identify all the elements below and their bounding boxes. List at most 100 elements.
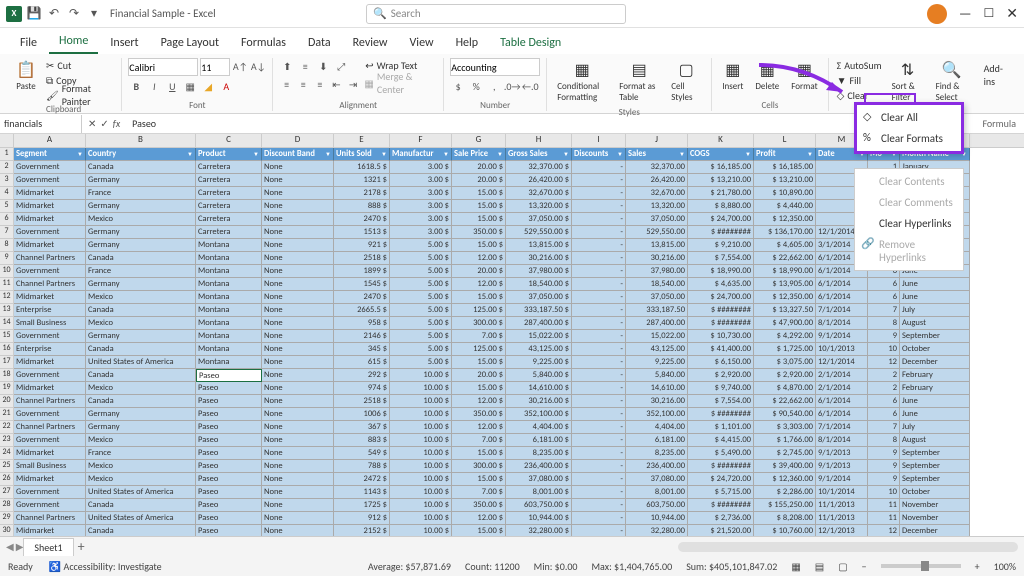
cell[interactable]: 2518 $: [334, 252, 390, 265]
cell[interactable]: $ ########: [688, 460, 754, 473]
column-header[interactable]: G: [452, 134, 506, 147]
cell[interactable]: 1321 $: [334, 174, 390, 187]
cell[interactable]: $ ########: [688, 408, 754, 421]
cell[interactable]: 5.00 $: [390, 343, 452, 356]
cell[interactable]: February: [900, 382, 970, 395]
cell[interactable]: Montana: [196, 317, 262, 330]
cell[interactable]: Midmarket: [14, 239, 86, 252]
cell[interactable]: November: [900, 512, 970, 525]
table-header-cell[interactable]: Discounts: [572, 148, 626, 161]
cell[interactable]: Enterprise: [14, 343, 86, 356]
paste-button[interactable]: 📋 Paste: [12, 58, 40, 94]
cell[interactable]: November: [900, 499, 970, 512]
horizontal-scrollbar[interactable]: [678, 542, 1018, 552]
cell[interactable]: Canada: [86, 304, 196, 317]
cell[interactable]: 8,235.00: [626, 447, 688, 460]
row-number[interactable]: 12: [0, 291, 14, 304]
cell[interactable]: Montana: [196, 356, 262, 369]
cell[interactable]: -: [572, 161, 626, 174]
add-sheet-button[interactable]: +: [78, 538, 85, 555]
align-middle-icon[interactable]: ≡: [297, 58, 313, 74]
cell[interactable]: None: [262, 460, 334, 473]
cell[interactable]: Montana: [196, 304, 262, 317]
cell[interactable]: 8/1/2014: [816, 434, 868, 447]
cell[interactable]: 3.00 $: [390, 187, 452, 200]
cell[interactable]: 9: [868, 460, 900, 473]
cell[interactable]: 8,001.00: [626, 486, 688, 499]
cell[interactable]: June: [900, 291, 970, 304]
cell[interactable]: 9/1/2013: [816, 460, 868, 473]
cell[interactable]: 12/1/2013: [816, 525, 868, 536]
cell[interactable]: 1006 $: [334, 408, 390, 421]
row-number[interactable]: 21: [0, 408, 14, 421]
cell[interactable]: -: [572, 213, 626, 226]
cell[interactable]: $ 10,760.00: [754, 525, 816, 536]
row-number[interactable]: 25: [0, 460, 14, 473]
cell[interactable]: 3.00 $: [390, 226, 452, 239]
cell[interactable]: -: [572, 473, 626, 486]
cell[interactable]: Paseo: [196, 512, 262, 525]
cell[interactable]: 352,100.00: [626, 408, 688, 421]
enter-formula-icon[interactable]: ✓: [100, 117, 108, 130]
cell[interactable]: $ 4,415.00: [688, 434, 754, 447]
cell[interactable]: Midmarket: [14, 382, 86, 395]
cell[interactable]: $ 12,350.00: [754, 213, 816, 226]
row-number[interactable]: 15: [0, 330, 14, 343]
cell[interactable]: 300.00 $: [452, 317, 506, 330]
cell[interactable]: -: [572, 486, 626, 499]
cell[interactable]: 6/1/2014: [816, 291, 868, 304]
cell[interactable]: Canada: [86, 499, 196, 512]
cell[interactable]: -: [572, 187, 626, 200]
cell[interactable]: 921 $: [334, 239, 390, 252]
cell[interactable]: None: [262, 252, 334, 265]
border-button[interactable]: ▦: [182, 78, 198, 94]
cell[interactable]: 2665.5 $: [334, 304, 390, 317]
cell[interactable]: France: [86, 265, 196, 278]
cell[interactable]: $ 41,400.00: [688, 343, 754, 356]
cell[interactable]: 350.00 $: [452, 226, 506, 239]
cell[interactable]: June: [900, 408, 970, 421]
cell[interactable]: -: [572, 343, 626, 356]
cell[interactable]: Midmarket: [14, 187, 86, 200]
cell[interactable]: Government: [14, 330, 86, 343]
row-number[interactable]: 20: [0, 395, 14, 408]
cell[interactable]: 6: [868, 278, 900, 291]
cell[interactable]: 13,815.00 $: [506, 239, 572, 252]
cell[interactable]: Carretera: [196, 226, 262, 239]
percent-button[interactable]: %: [468, 78, 484, 94]
cancel-formula-icon[interactable]: ✕: [88, 117, 96, 130]
cell[interactable]: Paseo: [196, 408, 262, 421]
cell[interactable]: 603,750.00: [626, 499, 688, 512]
cell[interactable]: Channel Partners: [14, 278, 86, 291]
cell[interactable]: 7.00 $: [452, 434, 506, 447]
cell[interactable]: 15.00 $: [452, 213, 506, 226]
cell[interactable]: None: [262, 239, 334, 252]
cell[interactable]: June: [900, 278, 970, 291]
cell[interactable]: 37,050.00: [626, 213, 688, 226]
cell[interactable]: -: [572, 356, 626, 369]
cell[interactable]: 2470 $: [334, 291, 390, 304]
cell[interactable]: -: [572, 252, 626, 265]
cell[interactable]: 5,840.00 $: [506, 369, 572, 382]
cell[interactable]: 9/1/2014: [816, 330, 868, 343]
cell[interactable]: None: [262, 343, 334, 356]
cell[interactable]: Paseo: [196, 499, 262, 512]
cell[interactable]: 8,001.00 $: [506, 486, 572, 499]
cell[interactable]: 20.00 $: [452, 369, 506, 382]
cell[interactable]: $ 12,350.00: [754, 291, 816, 304]
cell[interactable]: August: [900, 434, 970, 447]
cell[interactable]: -: [572, 512, 626, 525]
sheet-tab[interactable]: Sheet1: [23, 538, 73, 556]
cell[interactable]: $ 155,250.00: [754, 499, 816, 512]
cell[interactable]: $ 3,303.00: [754, 421, 816, 434]
cell[interactable]: 14,610.00: [626, 382, 688, 395]
cell[interactable]: 8: [868, 434, 900, 447]
cell[interactable]: None: [262, 265, 334, 278]
cell[interactable]: None: [262, 395, 334, 408]
cell[interactable]: 12.00 $: [452, 278, 506, 291]
underline-button[interactable]: U: [164, 78, 180, 94]
cell[interactable]: 1899 $: [334, 265, 390, 278]
cell[interactable]: 5.00 $: [390, 330, 452, 343]
zoom-in-icon[interactable]: +: [975, 560, 980, 573]
cell[interactable]: Germany: [86, 330, 196, 343]
